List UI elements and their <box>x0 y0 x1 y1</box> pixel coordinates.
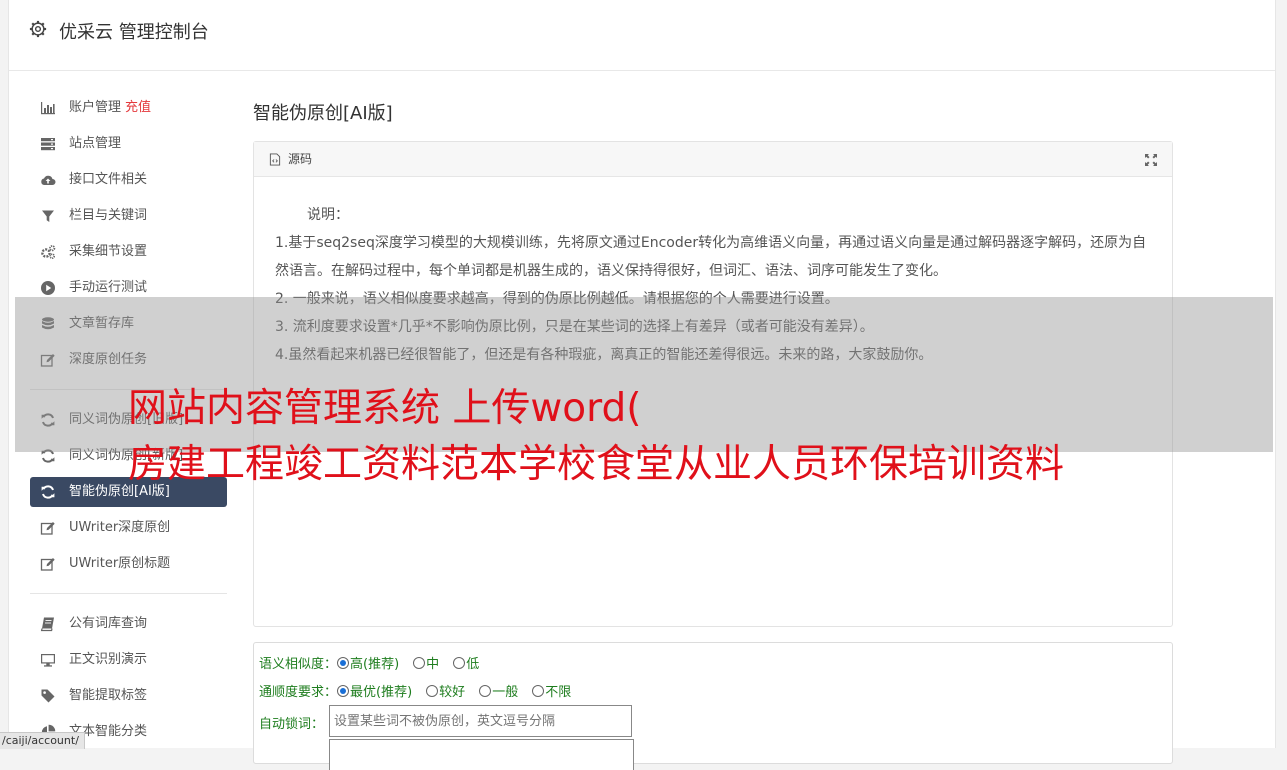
sidebar-item-label: 账户管理 <box>69 100 122 115</box>
expand-icon[interactable] <box>1144 153 1158 167</box>
sidebar-item-label: 正文识别演示 <box>69 652 148 667</box>
sidebar-item-label: 接口文件相关 <box>69 172 148 187</box>
refresh-icon <box>41 485 55 499</box>
radio-button[interactable] <box>337 685 350 697</box>
text-input[interactable] <box>329 739 634 770</box>
tag-icon <box>41 689 55 703</box>
bar-chart-icon <box>41 102 55 115</box>
radio-button[interactable] <box>479 685 492 697</box>
sidebar-item-text-recognition[interactable]: 正文识别演示 <box>30 642 227 678</box>
sidebar-item-label: 公有词库查询 <box>69 616 148 631</box>
sidebar-item-label: 手动运行测试 <box>69 280 148 295</box>
sidebar-item-uwriter-deep[interactable]: UWriter深度原创 <box>30 510 227 546</box>
similarity-option-high[interactable]: 高(推荐) <box>337 657 399 672</box>
similarity-row: 语义相似度： 高(推荐) 中低 <box>259 653 493 672</box>
cogs-icon <box>41 245 56 259</box>
fluency-option-best[interactable]: 最优(推荐) <box>337 685 412 700</box>
intro-line-1: 1.基于seq2seq深度学习模型的大规模训练，先将原文通过Encoder转化为… <box>275 235 1147 279</box>
similarity-option-mid[interactable]: 中 <box>413 657 439 672</box>
fluency-option-good[interactable]: 较好 <box>426 685 465 700</box>
similarity-label: 语义相似度： <box>259 657 338 672</box>
fluency-row: 通顺度要求： 最优(推荐) 较好 一般 不限 <box>259 681 585 700</box>
radio-button[interactable] <box>453 657 466 669</box>
sidebar-item-label: 采集细节设置 <box>69 244 148 259</box>
sidebar-item-interface-files[interactable]: 接口文件相关 <box>30 162 227 198</box>
fluency-option-normal[interactable]: 一般 <box>479 685 518 700</box>
status-url-tooltip: /caiji/account/ <box>0 732 85 749</box>
radio-button[interactable] <box>532 685 545 697</box>
play-circle-icon <box>41 281 55 295</box>
sidebar-item-sites[interactable]: 站点管理 <box>30 126 227 162</box>
panel-header: 源码 <box>254 142 1172 177</box>
similarity-option-low[interactable]: 低 <box>453 657 479 672</box>
watermark-line-2: 房建工程竣工资料范本学校食堂从业人员环保培训资料 <box>128 442 1065 487</box>
fluency-label: 通顺度要求： <box>259 685 338 700</box>
radio-button[interactable] <box>426 685 439 697</box>
recharge-link[interactable]: 充值 <box>125 100 151 115</box>
cloud-upload-icon <box>41 175 56 185</box>
edit-icon <box>40 558 55 571</box>
page-title: 智能伪原创[AI版] <box>253 103 393 124</box>
sidebar-divider <box>30 593 227 594</box>
sidebar-item-label: 栏目与关键词 <box>69 208 148 223</box>
sidebar-item-collect-settings[interactable]: 采集细节设置 <box>30 234 227 270</box>
sidebar-item-label: UWriter深度原创 <box>69 520 171 535</box>
radio-button[interactable] <box>413 657 426 669</box>
sidebar-item-columns-keywords[interactable]: 栏目与关键词 <box>30 198 227 234</box>
fluency-option-any[interactable]: 不限 <box>532 685 571 700</box>
source-file-icon <box>269 153 281 166</box>
server-icon <box>41 138 55 151</box>
lock-words-row: 自动锁词： <box>259 713 324 732</box>
main-content: 智能伪原创[AI版] 源码 说明： 1.基于seq2seq深度学习模型的大规模训… <box>253 100 1173 770</box>
sidebar-item-label: 智能提取标签 <box>69 688 148 703</box>
edit-icon <box>40 522 55 535</box>
panel-header-label: 源码 <box>288 152 313 166</box>
sidebar-item-label: 站点管理 <box>69 136 122 151</box>
filter-icon <box>42 210 54 222</box>
sidebar-item-account[interactable]: 账户管理 充值 <box>30 90 227 126</box>
intro-heading: 说明： <box>307 207 349 223</box>
radio-button[interactable] <box>337 657 350 669</box>
lock-words-input[interactable] <box>329 705 632 737</box>
desktop-icon <box>41 654 55 667</box>
rewrite-options-form: 语义相似度： 高(推荐) 中低 通顺度要求： 最优(推荐) 较好 一般 不限 自动锁词： <box>253 642 1173 770</box>
sidebar-item-public-lexicon[interactable]: 公有词库查询 <box>30 606 227 642</box>
sidebar-item-label: UWriter原创标题 <box>69 556 171 571</box>
sidebar-item-uwriter-title[interactable]: UWriter原创标题 <box>30 546 227 582</box>
sidebar-item-tag-extract[interactable]: 智能提取标签 <box>30 678 227 714</box>
book-icon <box>40 617 54 632</box>
console-title: 优采云 管理控制台 <box>59 22 209 43</box>
gear-icon <box>29 20 47 38</box>
watermark-line-1: 网站内容管理系统 上传word( <box>128 386 642 431</box>
lock-words-label: 自动锁词： <box>259 717 325 732</box>
top-bar: 优采云 管理控制台 <box>9 0 1275 71</box>
